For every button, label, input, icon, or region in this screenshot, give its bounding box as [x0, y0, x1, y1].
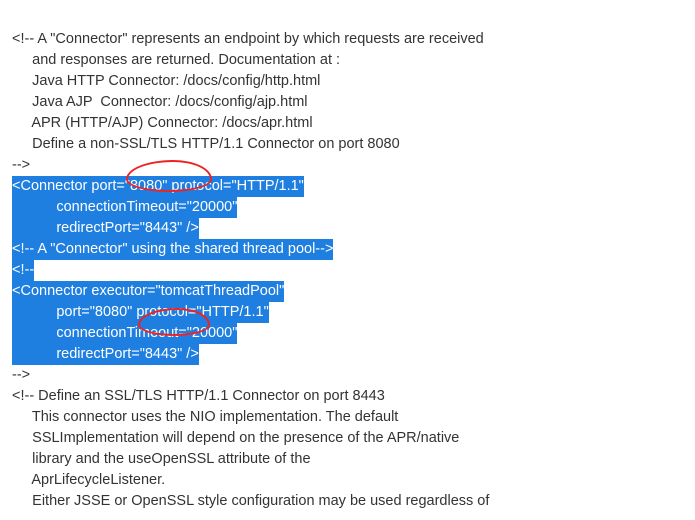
comment-line: library and the useOpenSSL attribute of … — [12, 451, 311, 467]
comment-line: Java HTTP Connector: /docs/config/http.h… — [12, 73, 320, 89]
code-viewer: <!-- A "Connector" represents an endpoin… — [12, 8, 683, 512]
selected-line: connectionTimeout="20000" — [12, 197, 237, 218]
selected-line: redirectPort="8443" /> — [12, 218, 199, 239]
selected-line: <Connector executor="tomcatThreadPool" — [12, 281, 284, 302]
selected-line: <!-- — [12, 260, 34, 281]
selected-line: <Connector port="8080" protocol="HTTP/1.… — [12, 176, 304, 197]
comment-line: and responses are returned. Documentatio… — [12, 52, 340, 68]
selected-line: redirectPort="8443" /> — [12, 344, 199, 365]
selected-line: connectionTimeout="20000" — [12, 323, 237, 344]
comment-line: Either JSSE or OpenSSL style configurati… — [12, 493, 489, 509]
comment-line: <!-- Define an SSL/TLS HTTP/1.1 Connecto… — [12, 388, 385, 404]
comment-line: <!-- A "Connector" represents an endpoin… — [12, 31, 484, 47]
comment-line: AprLifecycleListener. — [12, 472, 165, 488]
comment-line: Define a non-SSL/TLS HTTP/1.1 Connector … — [12, 136, 400, 152]
selected-line: <!-- A "Connector" using the shared thre… — [12, 239, 333, 260]
code-block[interactable]: <!-- A "Connector" represents an endpoin… — [12, 8, 683, 512]
comment-line: SSLImplementation will depend on the pre… — [12, 430, 459, 446]
comment-line: --> — [12, 157, 30, 173]
comment-line: APR (HTTP/AJP) Connector: /docs/apr.html — [12, 115, 313, 131]
selected-line: port="8080" protocol="HTTP/1.1" — [12, 302, 269, 323]
comment-line: This connector uses the NIO implementati… — [12, 409, 398, 425]
comment-line: --> — [12, 367, 30, 383]
comment-line: Java AJP Connector: /docs/config/ajp.htm… — [12, 94, 308, 110]
